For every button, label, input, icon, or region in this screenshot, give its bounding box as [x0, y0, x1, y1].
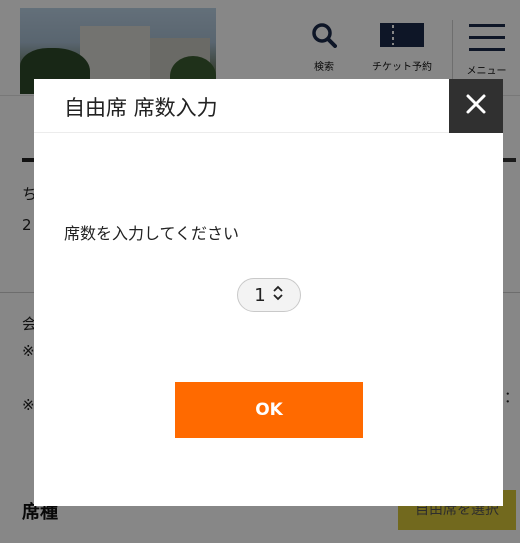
dialog-title: 自由席 席数入力: [64, 96, 218, 120]
seat-count-select[interactable]: 1: [237, 278, 301, 312]
dialog-header: 自由席 席数入力: [34, 79, 503, 133]
ok-button[interactable]: OK: [175, 382, 363, 438]
seat-count-value: 1: [254, 284, 266, 306]
close-button[interactable]: [449, 79, 503, 133]
chevron-up-down-icon: [272, 285, 284, 305]
close-icon: [465, 93, 487, 119]
seat-count-prompt: 席数を入力してください: [64, 224, 240, 243]
seat-count-dialog: 自由席 席数入力 席数を入力してください 1 OK: [34, 79, 503, 506]
